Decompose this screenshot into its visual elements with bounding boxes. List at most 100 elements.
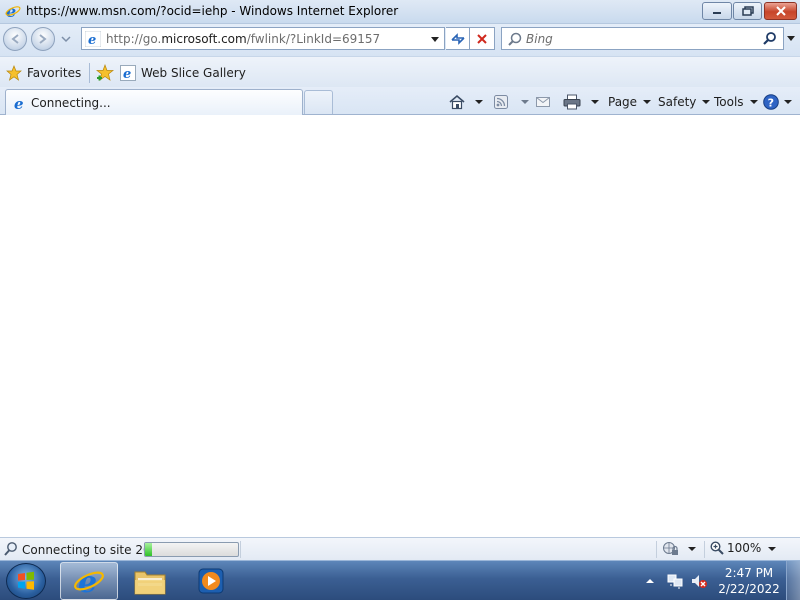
taskbar-media-player[interactable]: [182, 562, 240, 600]
close-button[interactable]: [764, 2, 797, 20]
navigation-bar: e http://go.microsoft.com/fwlink/?LinkId…: [0, 24, 800, 56]
home-dropdown-icon[interactable]: [475, 100, 483, 104]
rss-feed-icon: [494, 95, 508, 109]
taskbar-internet-explorer[interactable]: e: [60, 562, 118, 600]
safety-menu[interactable]: Safety: [658, 92, 711, 112]
address-url[interactable]: http://go.microsoft.com/fwlink/?LinkId=6…: [106, 32, 380, 46]
internet-explorer-icon: e: [74, 565, 104, 597]
zoom-level-button[interactable]: 100%: [710, 541, 761, 555]
forward-button[interactable]: [31, 27, 55, 51]
folder-icon: [134, 571, 166, 595]
status-divider: [240, 541, 241, 558]
tools-menu-label: Tools: [714, 95, 744, 109]
url-prefix: http://go.: [106, 32, 162, 46]
svg-text:e: e: [88, 33, 96, 47]
system-clock[interactable]: 2:47 PM 2/22/2022: [712, 565, 786, 597]
bing-logo-icon: [508, 32, 522, 46]
read-mail-button[interactable]: [536, 92, 550, 112]
favorites-bar: Favorites e Web Slice Gallery: [0, 56, 800, 87]
page-menu[interactable]: Page: [608, 92, 652, 112]
home-button[interactable]: [448, 92, 483, 112]
zoom-icon: [710, 541, 724, 555]
tab-active[interactable]: e Connecting...: [5, 89, 303, 115]
loading-ie-icon: e: [14, 95, 24, 111]
show-hidden-icons-icon[interactable]: [645, 577, 655, 585]
forward-arrow-icon: [39, 34, 47, 44]
help-menu[interactable]: ?: [763, 92, 792, 112]
favorites-button[interactable]: Favorites: [6, 63, 81, 83]
print-button[interactable]: [563, 92, 599, 112]
status-bar: Connecting to site 204 100%: [0, 537, 800, 560]
progress-fill: [145, 543, 152, 556]
add-to-favorites-bar-icon[interactable]: [96, 64, 114, 82]
favorites-label: Favorites: [27, 66, 82, 80]
stop-icon: [477, 33, 487, 44]
back-button[interactable]: [3, 27, 27, 51]
tab-row: e Connecting... Page Safety Tools ?: [0, 87, 800, 115]
help-dropdown-icon: [784, 100, 792, 104]
start-button[interactable]: [6, 563, 46, 599]
svg-text:e: e: [123, 67, 131, 81]
page-dropdown-icon: [643, 100, 652, 104]
minimize-button[interactable]: [702, 2, 732, 20]
zoom-dropdown-icon[interactable]: [768, 547, 776, 551]
svg-text:?: ?: [768, 97, 774, 110]
taskbar-windows-explorer[interactable]: [121, 562, 179, 600]
url-suffix: /fwlink/?LinkId=69157: [246, 32, 381, 46]
help-icon: ?: [763, 94, 779, 110]
protected-mode-dropdown-icon: [688, 547, 696, 551]
media-player-icon: [198, 568, 224, 594]
svg-text:e: e: [14, 95, 24, 111]
protected-mode-indicator[interactable]: [662, 541, 696, 557]
title-bar: e https://www.msn.com/?ocid=iehp - Windo…: [0, 0, 800, 24]
windows-logo-icon: [18, 571, 34, 590]
status-divider: [656, 541, 657, 558]
back-arrow-icon: [11, 34, 19, 44]
page-menu-label: Page: [608, 95, 638, 109]
restore-button[interactable]: [733, 2, 762, 20]
show-desktop-button[interactable]: [786, 561, 800, 600]
zoom-level: 100%: [727, 541, 762, 555]
printer-icon: [563, 94, 581, 110]
svg-text:e: e: [78, 565, 97, 597]
ie-page-icon: e: [120, 65, 136, 81]
mail-icon: [536, 97, 550, 107]
favorites-separator: [89, 63, 90, 83]
volume-muted-icon[interactable]: [690, 573, 708, 589]
minimize-icon: [713, 12, 721, 14]
network-icon[interactable]: [666, 573, 684, 589]
restore-icon: [741, 6, 754, 16]
safety-dropdown-icon: [702, 100, 711, 104]
status-text: Connecting to site 204: [22, 543, 159, 557]
feeds-button[interactable]: [494, 92, 529, 112]
ie-logo-icon: e: [5, 3, 21, 19]
search-box[interactable]: Bing: [501, 27, 784, 50]
tools-menu[interactable]: Tools: [714, 92, 758, 112]
clock-time: 2:47 PM: [724, 566, 774, 580]
close-icon: [775, 6, 786, 16]
recent-pages-dropdown-icon[interactable]: [60, 33, 72, 45]
tools-dropdown-icon: [749, 100, 758, 104]
search-icon[interactable]: [762, 31, 778, 47]
address-dropdown-icon[interactable]: [429, 33, 441, 45]
new-tab-button[interactable]: [304, 90, 333, 114]
url-domain: microsoft.com: [161, 32, 247, 46]
print-dropdown-icon[interactable]: [591, 100, 599, 104]
web-slice-gallery-link[interactable]: e Web Slice Gallery: [120, 63, 246, 83]
searching-icon: [4, 542, 17, 556]
tab-title: Connecting...: [31, 96, 111, 110]
window-title: https://www.msn.com/?ocid=iehp - Windows…: [26, 4, 399, 18]
status-divider: [704, 541, 705, 558]
favorites-star-icon: [6, 65, 22, 81]
taskbar: e 2:47 PM 2/22/2022: [0, 560, 800, 600]
stop-button[interactable]: [470, 27, 495, 50]
search-options-dropdown-icon[interactable]: [786, 33, 796, 43]
web-slice-label: Web Slice Gallery: [141, 66, 246, 80]
clock-date: 2/22/2022: [718, 582, 780, 596]
address-bar[interactable]: e http://go.microsoft.com/fwlink/?LinkId…: [81, 27, 445, 50]
compatibility-view-button[interactable]: [446, 27, 470, 50]
page-content[interactable]: [0, 115, 800, 564]
page-favicon-icon: e: [85, 31, 101, 47]
feeds-dropdown-icon[interactable]: [521, 100, 529, 104]
home-icon: [449, 94, 465, 110]
